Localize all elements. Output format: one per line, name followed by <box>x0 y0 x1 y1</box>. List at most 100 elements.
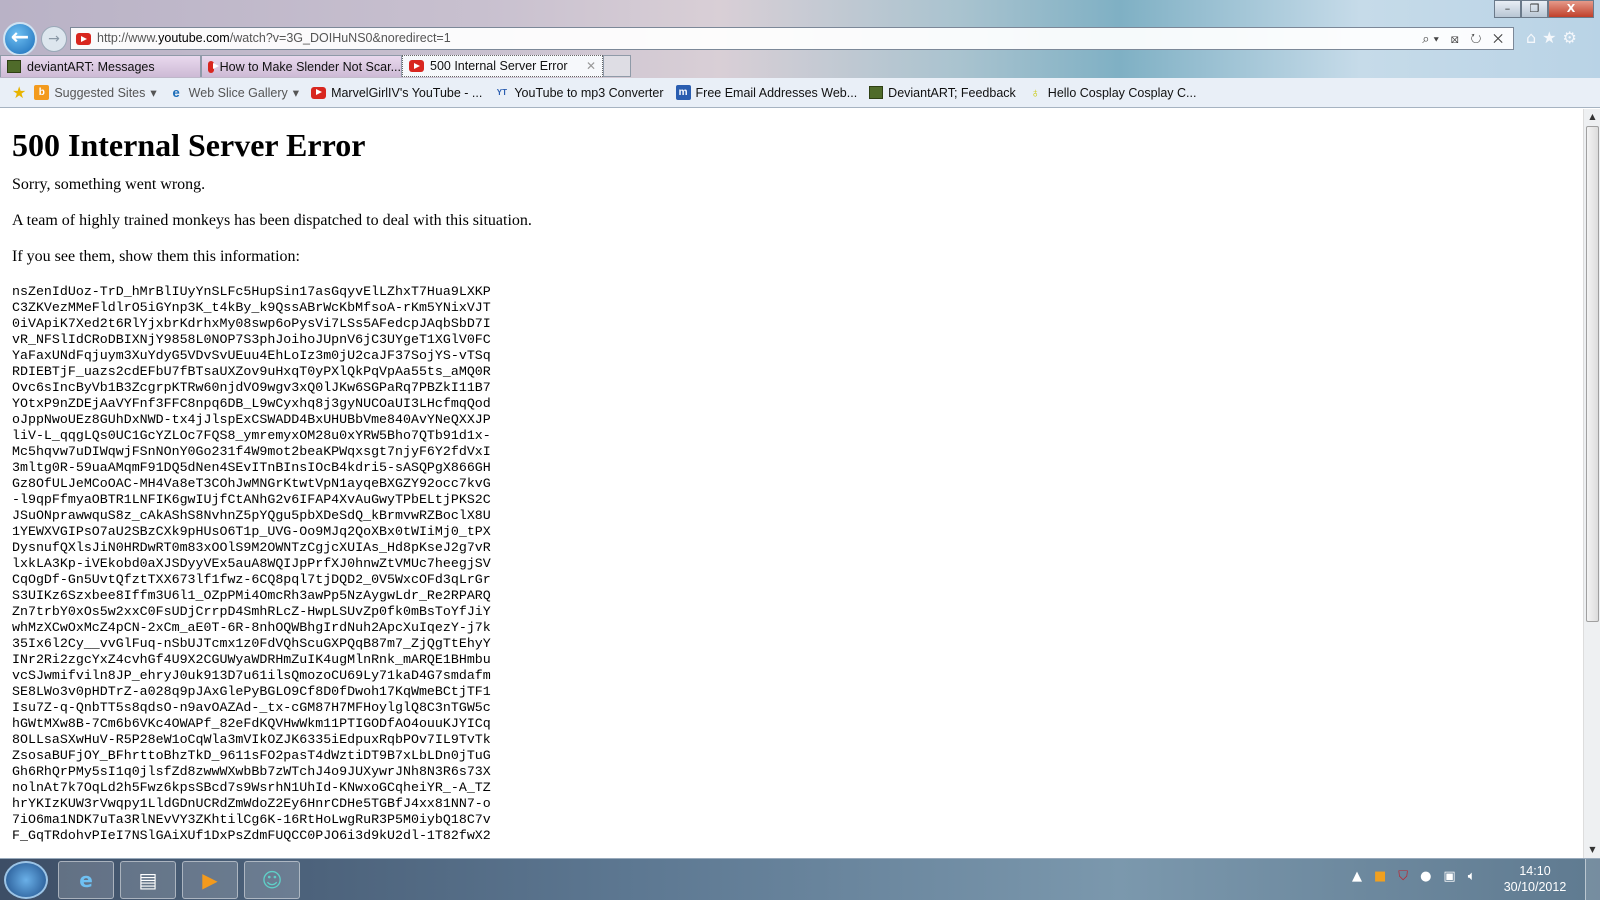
debug-line: 35Ix6l2Cy__vvGlFuq-nSbUJTcmx1z0FdVQhScuG… <box>12 636 491 651</box>
address-tools-icons[interactable]: ⌕▾ ⊠ ↻ ✕ <box>1422 28 1507 49</box>
debug-line: DysnufQXlsJiN0HRDwRT0m83xOOlS9M2OWNTzCgj… <box>12 540 491 555</box>
browser-toolbar-icons: ⌂★⚙ <box>1526 28 1583 47</box>
info-prompt: If you see them, show them this informat… <box>12 248 300 265</box>
youtube-icon <box>409 60 424 72</box>
fav-label: Web Slice Gallery <box>188 85 288 100</box>
url-host: youtube.com <box>158 31 230 45</box>
taskbar: e ▤ ▶ ☺ ▲ ■ ⛉ ● ▣ 🔈︎ 14:10 30/10/2012 <box>0 858 1600 901</box>
clock-time: 14:10 <box>1519 864 1551 878</box>
debug-line: oJppNwoUEz8GUhDxNWD-tx4jJlspExCSWADD4BxU… <box>12 412 491 427</box>
system-tray: ▲ ■ ⛉ ● ▣ 🔈︎ <box>1352 869 1476 884</box>
add-favorite-star-icon[interactable]: ★ <box>12 83 26 103</box>
debug-line: Mc5hqvw7uDIWqwjFSnNOnY0Go231f4W9mot2beaK… <box>12 444 491 459</box>
fav-label: Free Email Addresses Web... <box>695 85 858 100</box>
debug-line: 3mltg0R-59uaAMqmF91DQ5dNen4SEvITnBInsIOc… <box>12 460 491 475</box>
debug-line: Isu7Z-q-QnbTT5s8qdsO-n9avOAZAd-_tx-cGM87… <box>12 700 491 715</box>
debug-line: C3ZKVezMMeFldlrO5iGYnp3K_t4kBy_k9QssABrW… <box>12 300 491 315</box>
fav-free-email[interactable]: m Free Email Addresses Web... <box>672 85 862 100</box>
debug-line: SE8LWo3v0pHDTrZ-a028q9pJAxGlePyBGLO9Cf8D… <box>12 684 491 699</box>
fav-label: MarvelGirlIV's YouTube - ... <box>331 85 483 100</box>
tab-strip: deviantART: Messages How to Make Slender… <box>0 55 631 77</box>
media-player-icon[interactable]: ▶ <box>182 861 238 899</box>
debug-line: hrYKIzKUW3rVwqpy1LldGDnUCRdZmWdoZ2Ey6Hnr… <box>12 796 491 811</box>
browser-chrome: – ❐ X ← → http://www.youtube.com/watch?v… <box>0 0 1600 78</box>
avg-antivirus-icon[interactable]: ■ <box>1374 869 1386 884</box>
restore-button[interactable]: ❐ <box>1521 0 1548 18</box>
favorites-star-icon[interactable]: ★ <box>1542 28 1562 47</box>
debug-line: JSuONprawwquS8z_cAkAShS8NvhnZ5pYQgu5pbXD… <box>12 508 491 523</box>
debug-line: lxkLA3Kp-iVEkobd0aXJSDyyVEx5auA8WQIJpPrf… <box>12 556 491 571</box>
mail-icon: m <box>675 85 691 100</box>
debug-line: -l9qpFfmyaOBTR1LNFIK6gwIUjfCtANhG2v6IFAP… <box>12 492 491 507</box>
debug-line: 0iVApiK7Xed2t6RlYjxbrKdrhxMy08swp6oPysVi… <box>12 316 491 331</box>
debug-line: ZsosaBUFjOY_BFhrttoBhzTkD_9611sFO2pasT4d… <box>12 748 491 763</box>
page-content: 500 Internal Server Error Sorry, somethi… <box>0 109 1583 858</box>
debug-line: liV-L_qqgLQs0UC1GcYZLOc7FQS8_ymremyxOM28… <box>12 428 491 443</box>
volume-icon[interactable]: 🔈︎ <box>1468 869 1476 884</box>
show-hidden-icons-icon[interactable]: ▲ <box>1352 869 1362 884</box>
network-icon[interactable]: ▣ <box>1443 869 1455 884</box>
fav-youtube-mp3[interactable]: YT YouTube to mp3 Converter <box>490 85 667 100</box>
internet-explorer-icon[interactable]: e <box>58 861 114 899</box>
clock[interactable]: 14:10 30/10/2012 <box>1490 863 1580 895</box>
clock-date: 30/10/2012 <box>1503 880 1567 894</box>
favorites-bar: ★ b Suggested Sites ▾ e Web Slice Gallery… <box>0 78 1600 108</box>
debug-line: 1YEWXVGIPsO7aU2SBzCXk9pHUsO6T1p_UVG-Oo9M… <box>12 524 491 539</box>
home-icon[interactable]: ⌂ <box>1526 28 1542 47</box>
back-button[interactable]: ← <box>3 22 37 56</box>
vertical-scrollbar[interactable]: ▲ ▼ <box>1583 109 1600 858</box>
debug-line: Gz8OfULJeMCoOAC-MH4Va8eT3COhJwMNGrKtwtVp… <box>12 476 491 491</box>
page-title: 500 Internal Server Error <box>12 127 366 163</box>
fav-hello-cosplay[interactable]: ♁ Hello Cosplay Cosplay C... <box>1024 85 1201 100</box>
close-window-button[interactable]: X <box>1548 0 1594 18</box>
scroll-up-arrow-icon[interactable]: ▲ <box>1584 109 1600 125</box>
debug-line: RDIEBTjF_uazs2cdEFbU7fBTsaUXZov9uHxqT0yP… <box>12 364 491 379</box>
anime-character-app-icon[interactable]: ☺ <box>244 861 300 899</box>
debug-line: YOtxP9nZDEjAaVYFnf3FFC8npq6DB_L9wCyxhq8j… <box>12 396 491 411</box>
debug-line: Ovc6sIncByVb1B3ZcgrpKTRw60njdVO9wgv3xQ0l… <box>12 380 491 395</box>
window-controls: – ❐ X <box>1494 0 1594 18</box>
scroll-down-arrow-icon[interactable]: ▼ <box>1584 842 1600 858</box>
url-path: /watch?v=3G_DOIHuNS0&noredirect=1 <box>229 31 451 45</box>
url-prefix: http://www. <box>97 31 159 45</box>
minimize-button[interactable]: – <box>1494 0 1521 18</box>
start-button[interactable] <box>4 861 48 899</box>
fav-marvelgirl-youtube[interactable]: MarvelGirlIV's YouTube - ... <box>307 86 486 100</box>
gear-icon[interactable]: ⚙ <box>1563 28 1583 47</box>
tab-label: deviantART: Messages <box>27 59 155 74</box>
bing-icon: b <box>34 85 50 100</box>
deviantart-icon <box>869 86 884 99</box>
scrollbar-thumb[interactable] <box>1586 126 1599 622</box>
debug-line: YaFaxUNdFqjuym3XuYdyG5VDvSvUEuu4EhLoIz3m… <box>12 348 491 363</box>
debug-line: S3UIKz6Szxbee8Iffm3U6l1_OZpPMi4OmcRh3awP… <box>12 588 491 603</box>
address-bar[interactable]: http://www.youtube.com/watch?v=3G_DOIHuN… <box>70 27 1514 50</box>
tab-deviantart-messages[interactable]: deviantART: Messages <box>0 55 201 77</box>
fav-suggested-sites[interactable]: b Suggested Sites ▾ <box>30 85 160 100</box>
debug-line: F_GqTRdohvPIeI7NSlGAiXUf1DxPsZdmFUQCC0PJ… <box>12 828 491 843</box>
forward-button[interactable]: → <box>41 26 67 52</box>
ytmp3-icon: YT <box>496 88 507 97</box>
mcafee-shield-icon[interactable]: ⛉ <box>1398 869 1408 884</box>
debug-line: whMzXCwOxMcZ4pCN-2xCm_aE0T-6R-8nhOQWBhgI… <box>12 620 491 635</box>
tray-app-icon[interactable]: ● <box>1420 869 1431 884</box>
new-tab-button[interactable] <box>603 55 631 77</box>
debug-line: Gh6RhQrPMy5sI1q0jlsfZd8zwwWXwbBb7zWTchJ4… <box>12 764 491 779</box>
debug-line: CqOgDf-Gn5UvtQfztTXX673lf1fwz-6CQ8pql7tj… <box>12 572 491 587</box>
fav-web-slice-gallery[interactable]: e Web Slice Gallery ▾ <box>165 85 303 100</box>
tab-500-error[interactable]: 500 Internal Server Error ✕ <box>402 55 603 77</box>
fav-deviantart-feedback[interactable]: DeviantART; Feedback <box>865 86 1020 100</box>
debug-line: vcSJwmifviln8JP_ehryJ0uk913D7u61ilsQmozo… <box>12 668 491 683</box>
tab-label: How to Make Slender Not Scar... <box>219 59 401 74</box>
deviantart-icon <box>7 60 21 73</box>
tab-slender-video[interactable]: How to Make Slender Not Scar... <box>201 55 402 77</box>
youtube-icon <box>311 86 327 99</box>
tab-label: 500 Internal Server Error <box>430 59 568 73</box>
debug-information: nsZenIdUoz-TrD_hMrBlIUyYnSLFc5HupSin17as… <box>12 284 1571 844</box>
fav-label: Suggested Sites <box>54 85 146 100</box>
show-desktop-button[interactable] <box>1585 859 1600 901</box>
close-tab-icon[interactable]: ✕ <box>586 56 596 76</box>
debug-line: nolnAt7k7OqLd2h5Fwz6kpsSBcd7s9WsrhN1UhId… <box>12 780 491 795</box>
error-message: Sorry, something went wrong. <box>12 176 206 193</box>
debug-line: nsZenIdUoz-TrD_hMrBlIUyYnSLFc5HupSin17as… <box>12 284 491 299</box>
file-explorer-icon[interactable]: ▤ <box>120 861 176 899</box>
